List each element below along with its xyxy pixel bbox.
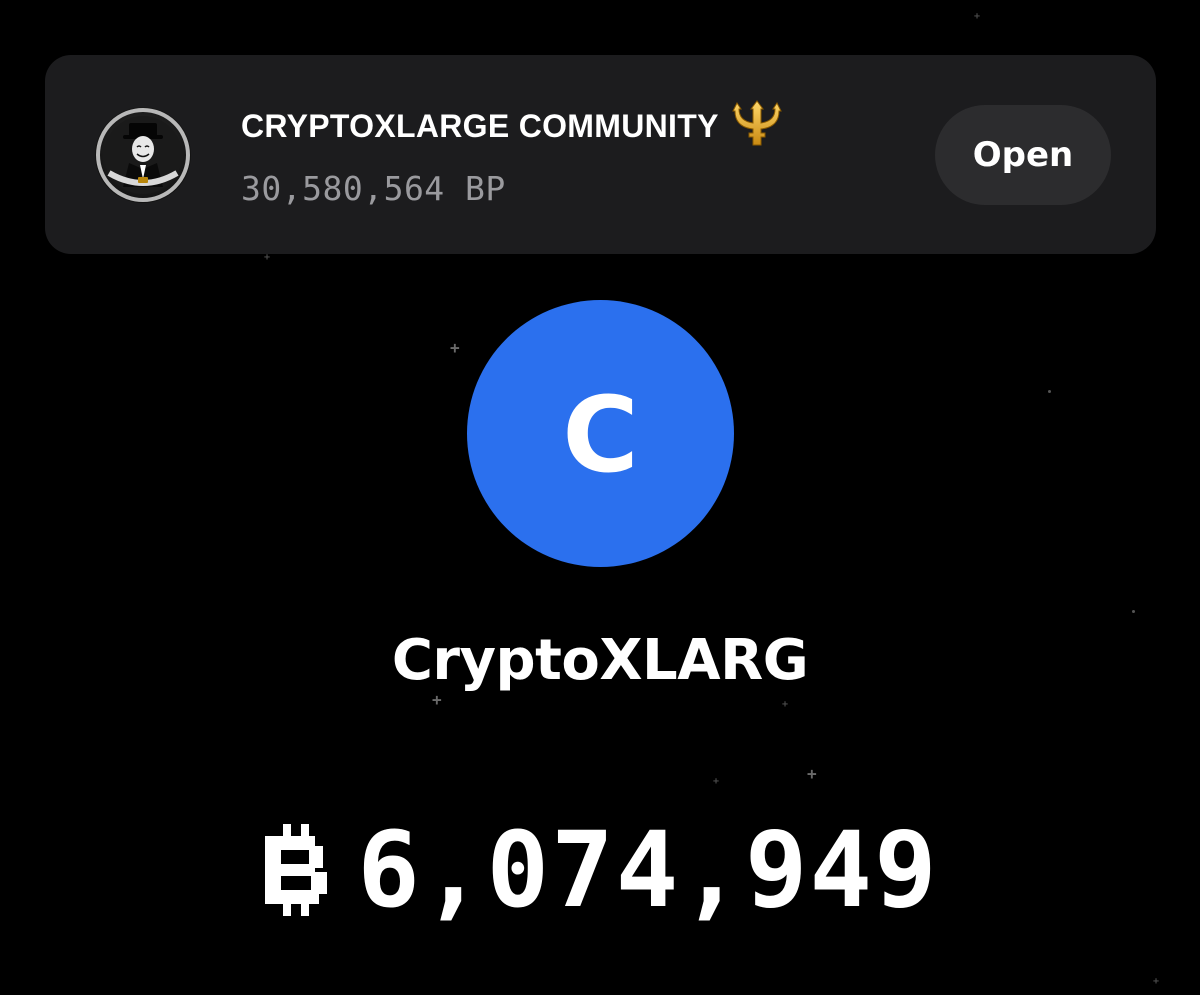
profile-name: CryptoXLARG (391, 628, 809, 693)
open-button[interactable]: Open (935, 105, 1111, 205)
anonymous-mask-avatar-icon (95, 107, 191, 203)
sparkle-icon: + (782, 699, 789, 710)
balance-value: 6,074,949 (357, 809, 939, 931)
balance: 6,074,949 (0, 818, 1200, 922)
sparkle-icon: + (807, 764, 817, 783)
star-dot (1132, 610, 1135, 613)
trident-icon (727, 99, 787, 147)
community-name-text: CRYPTOXLARGE COMMUNITY (241, 107, 719, 144)
community-points: 30,580,564 BP (241, 169, 506, 208)
star-dot (1048, 390, 1051, 393)
sparkle-icon: + (432, 690, 442, 709)
community-name: CRYPTOXLARGE COMMUNITY (241, 100, 787, 147)
sparkle-icon: + (713, 776, 720, 787)
profile-avatar: C (467, 300, 734, 567)
community-card[interactable]: CRYPTOXLARGE COMMUNITY 30,580,564 BP Ope… (45, 55, 1156, 254)
sparkle-icon: + (1153, 976, 1160, 987)
sparkle-icon: + (264, 252, 271, 263)
profile-initial: C (562, 373, 639, 496)
sparkle-icon: + (974, 11, 981, 22)
sparkle-icon: + (450, 338, 460, 357)
bp-coin-icon (261, 824, 331, 916)
